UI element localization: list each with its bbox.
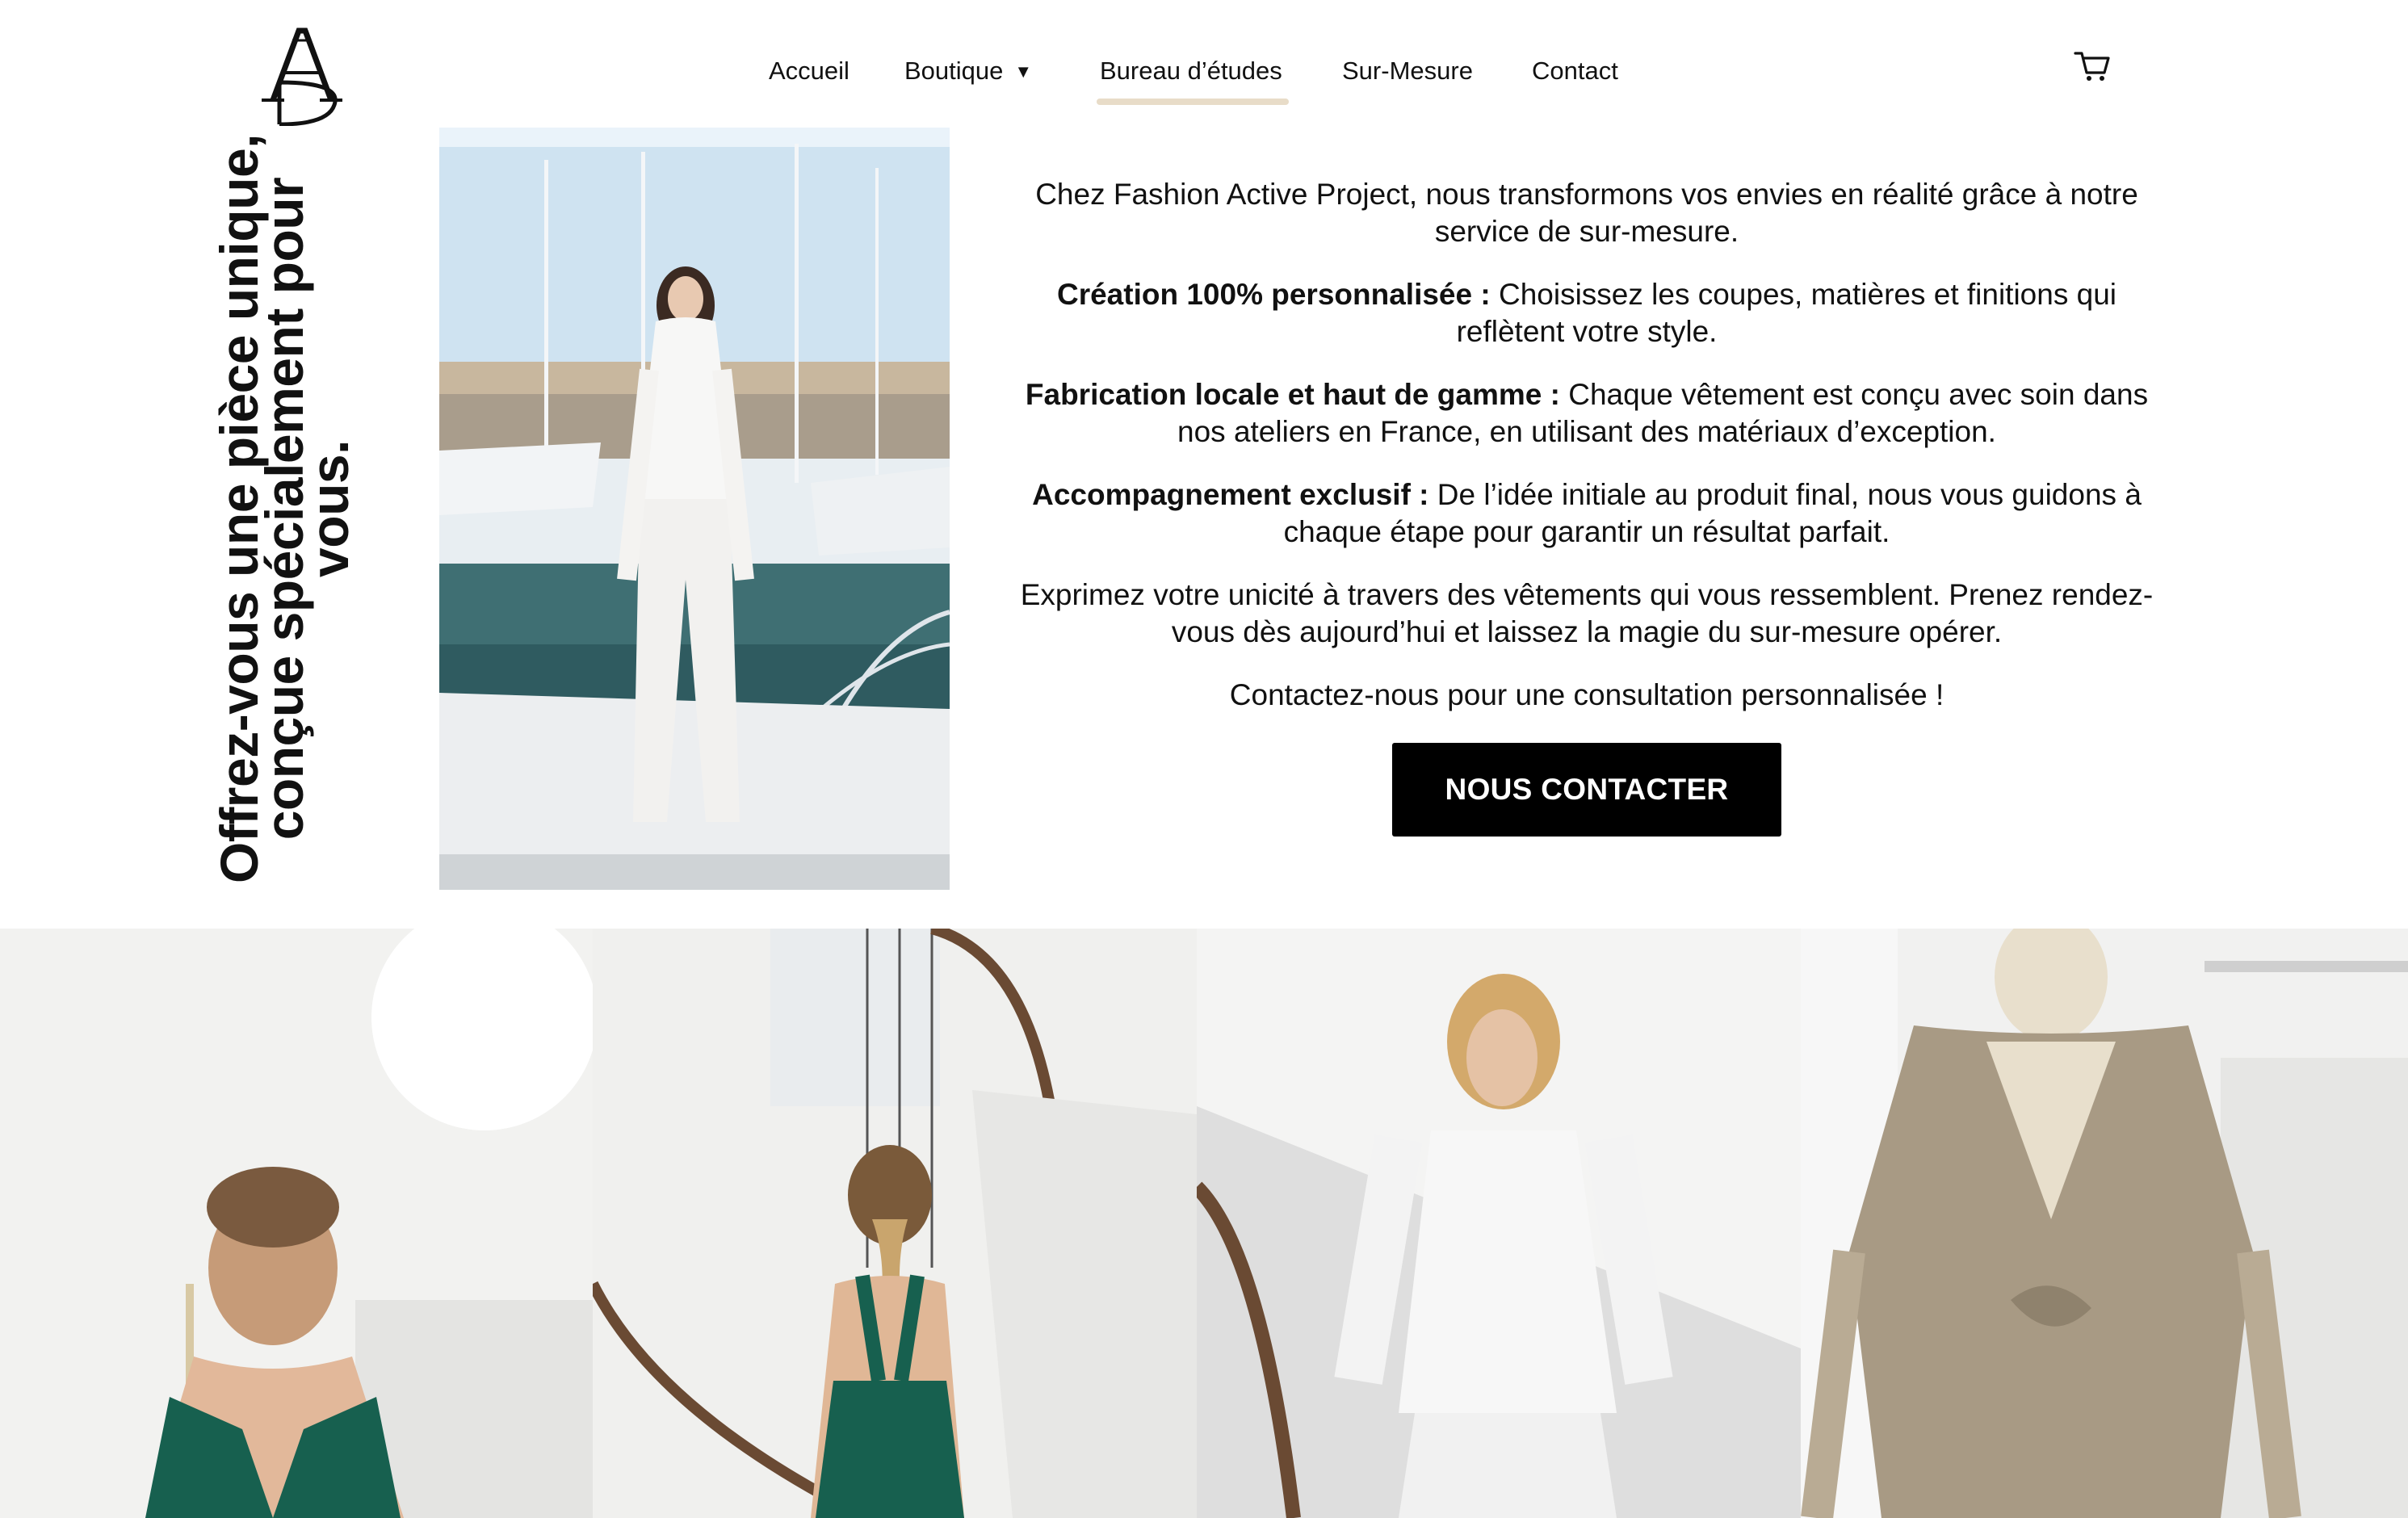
nav-item-sur-mesure[interactable]: Sur-Mesure bbox=[1342, 50, 1473, 92]
gallery-photo-green-dress-front bbox=[0, 929, 593, 1518]
nav-item-accueil[interactable]: Accueil bbox=[769, 50, 850, 92]
contact-us-button[interactable]: NOUS CONTACTER bbox=[1392, 743, 1781, 837]
nav-item-bureau-etudes[interactable]: Bureau d’études bbox=[1097, 50, 1289, 105]
feature-personalized: Création 100% personnalisée : Choisissez… bbox=[1001, 276, 2172, 350]
feature-local-title: Fabrication locale et haut de gamme : bbox=[1025, 378, 1560, 411]
feature-local: Fabrication locale et haut de gamme : Ch… bbox=[1001, 376, 2172, 451]
contact-prompt: Contactez-nous pour une consultation per… bbox=[1229, 678, 1944, 711]
intro-text-block: Chez Fashion Active Project, nous transf… bbox=[1001, 176, 2172, 837]
nav-item-boutique-label: Boutique bbox=[904, 57, 1004, 85]
gallery-photo-white-suit bbox=[1197, 929, 1801, 1518]
shopping-cart-icon[interactable] bbox=[2072, 47, 2112, 84]
gallery-photo-green-dress-back bbox=[593, 929, 1197, 1518]
nav-item-boutique[interactable]: Boutique ▼ bbox=[904, 50, 1032, 94]
caret-down-icon: ▼ bbox=[1014, 61, 1033, 82]
feature-support: Accompagnement exclusif : De l’idée init… bbox=[1001, 476, 2172, 551]
feature-support-title: Accompagnement exclusif : bbox=[1032, 478, 1429, 511]
hero-photo-marina bbox=[439, 128, 950, 890]
gallery-photo-satin-dress-mannequin bbox=[1801, 929, 2408, 1518]
closing-paragraph: Exprimez votre unicité à travers des vêt… bbox=[1020, 578, 2154, 648]
vertical-page-title: Offrez-vous une pièce unique, conçue spé… bbox=[209, 134, 359, 883]
photo-gallery bbox=[0, 929, 2408, 1518]
feature-personalized-text: Choisissez les coupes, matières et finit… bbox=[1456, 278, 2116, 348]
feature-personalized-title: Création 100% personnalisée : bbox=[1056, 278, 1491, 311]
nav-item-contact[interactable]: Contact bbox=[1532, 50, 1618, 92]
site-header: Accueil Boutique ▼ Bureau d’études Sur-Me… bbox=[0, 0, 2408, 129]
intro-paragraph: Chez Fashion Active Project, nous transf… bbox=[1035, 178, 2138, 248]
main-nav: Accueil Boutique ▼ Bureau d’études Sur-Me… bbox=[0, 50, 2408, 115]
